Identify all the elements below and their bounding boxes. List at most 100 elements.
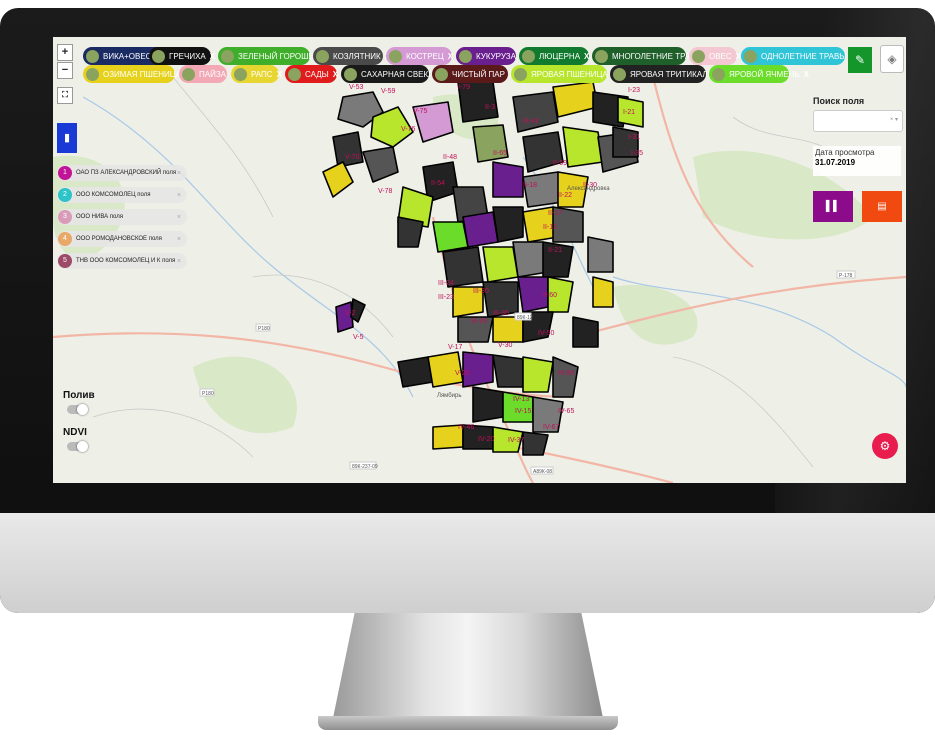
svg-text:III-30: III-30 bbox=[473, 288, 489, 295]
date-panel[interactable]: Дата просмотра 31.07.2019 bbox=[813, 146, 901, 176]
farm-close-icon[interactable]: × bbox=[177, 170, 181, 177]
crop-chip-label: ЛЮЦЕРНА bbox=[539, 51, 581, 61]
chart-button[interactable]: ▌▌ bbox=[813, 191, 853, 222]
search-clear-icon[interactable]: × ▾ bbox=[890, 116, 898, 123]
farm-close-icon[interactable]: × bbox=[177, 192, 181, 199]
svg-text:V-17: V-17 bbox=[448, 344, 463, 351]
crop-thumb-icon bbox=[389, 49, 402, 63]
close-icon[interactable]: X bbox=[333, 70, 338, 79]
farm-number-badge: 2 bbox=[58, 188, 72, 202]
crop-chip-label: КОСТРЕЦ bbox=[406, 51, 444, 61]
crop-chip[interactable]: ПАЙЗАX bbox=[179, 65, 235, 83]
svg-text:II-21: II-21 bbox=[548, 247, 562, 254]
layers-icon[interactable]: ◈ bbox=[880, 45, 904, 73]
crop-chip[interactable]: ЛЮЦЕРНА X bbox=[519, 47, 589, 65]
crop-chip-label: КОЗЛЯТНИК bbox=[333, 51, 381, 61]
crop-chip-label: ОДНОЛЕТНИЕ ТРАВЫ bbox=[761, 51, 847, 61]
crop-chip[interactable]: КУКУРУЗАX bbox=[456, 47, 525, 65]
svg-text:I-23: I-23 bbox=[628, 87, 640, 94]
crop-chip-label: ЧИСТЫЙ ПАР bbox=[452, 69, 505, 79]
crop-chip[interactable]: САДЫ X bbox=[285, 65, 338, 83]
farm-item[interactable]: 2 ООО КОМСОМОЛЕЦ поля × bbox=[57, 187, 187, 203]
zoom-in-button[interactable]: + bbox=[57, 44, 73, 61]
crop-thumb-icon bbox=[344, 67, 357, 81]
crop-thumb-icon bbox=[744, 49, 757, 63]
ndvi-toggle[interactable] bbox=[67, 441, 88, 452]
close-icon[interactable]: X bbox=[210, 52, 215, 61]
date-value: 31.07.2019 bbox=[815, 158, 856, 167]
svg-text:IV-46: IV-46 bbox=[458, 424, 474, 431]
zoom-out-button[interactable]: − bbox=[57, 62, 73, 79]
monitor-stand-base bbox=[318, 716, 618, 730]
farm-close-icon[interactable]: × bbox=[177, 258, 181, 265]
farm-number-badge: 3 bbox=[58, 210, 72, 224]
farm-item[interactable]: 5 ТНВ ООО КОМСОМОЛЕЦ И К поля × bbox=[57, 253, 187, 269]
svg-text:III-23: III-23 bbox=[438, 294, 454, 301]
crop-chip[interactable]: ЯРОВАЯ ПШЕНИЦАX bbox=[511, 65, 617, 83]
farm-item[interactable]: 1 ОАО ПЗ АЛЕКСАНДРОВСКИЙ поля × bbox=[57, 165, 187, 181]
ndvi-label: NDVI bbox=[63, 427, 87, 438]
svg-text:V-2: V-2 bbox=[345, 310, 356, 317]
crop-chip-label: ЯРОВАЯ ПШЕНИЦА bbox=[531, 69, 608, 79]
crop-chip-label: ПАЙЗА bbox=[199, 69, 227, 79]
close-icon[interactable]: X bbox=[448, 52, 453, 61]
poliv-label: Полив bbox=[63, 390, 95, 401]
svg-text:89К-237-09: 89К-237-09 bbox=[352, 464, 378, 470]
svg-text:II-59: II-59 bbox=[553, 160, 567, 167]
building-icon[interactable]: ▮ bbox=[57, 123, 77, 153]
close-icon[interactable]: X bbox=[277, 70, 282, 79]
farm-item[interactable]: 3 ООО НИВА поля × bbox=[57, 209, 187, 225]
document-button[interactable]: ▤ bbox=[862, 191, 902, 222]
crop-thumb-icon bbox=[221, 49, 234, 63]
crop-chip[interactable]: ЯРОВАЯ ТРИТИКАЛЕX bbox=[610, 65, 722, 83]
poliv-toggle[interactable] bbox=[67, 404, 88, 415]
crop-thumb-icon bbox=[152, 49, 165, 63]
fullscreen-icon[interactable]: ⛶ bbox=[57, 87, 73, 104]
farm-label: ООО РОМОДАНОВСКОЕ поля bbox=[76, 236, 162, 242]
settings-gear-icon[interactable]: ⚙ bbox=[872, 433, 898, 459]
crop-thumb-icon bbox=[234, 67, 247, 81]
crop-chip[interactable]: ЯРОВОЙ ЯЧМЕНЬ X bbox=[709, 65, 809, 83]
crop-chip[interactable]: КОСТРЕЦ X bbox=[386, 47, 453, 65]
crop-chip[interactable]: КОЗЛЯТНИКX bbox=[313, 47, 390, 65]
crop-thumb-icon bbox=[459, 49, 472, 63]
svg-text:IV-67: IV-67 bbox=[543, 424, 559, 431]
farm-close-icon[interactable]: × bbox=[177, 236, 181, 243]
leaf-button[interactable]: ✎ bbox=[848, 47, 872, 73]
svg-text:IV-55: IV-55 bbox=[558, 370, 574, 377]
svg-text:Р180: Р180 bbox=[202, 391, 214, 397]
search-input[interactable]: × ▾ bbox=[813, 110, 903, 132]
farm-item[interactable]: 4 ООО РОМОДАНОВСКОЕ поля × bbox=[57, 231, 187, 247]
crop-thumb-icon bbox=[712, 67, 725, 81]
svg-text:А89К-08: А89К-08 bbox=[533, 469, 552, 475]
farm-number-badge: 5 bbox=[58, 254, 72, 268]
svg-text:V-75: V-75 bbox=[413, 108, 428, 115]
crop-chip[interactable]: ГРЕЧИХА X bbox=[149, 47, 215, 65]
crop-chip[interactable]: РАПС X bbox=[231, 65, 282, 83]
crop-chip[interactable]: САХАРНАЯ СВЕКЛАX bbox=[341, 65, 448, 83]
svg-text:89К-12: 89К-12 bbox=[517, 315, 533, 321]
svg-text:Р-178: Р-178 bbox=[839, 273, 853, 279]
crop-chip[interactable]: ОДНОЛЕТНИЕ ТРАВЫX bbox=[741, 47, 856, 65]
svg-text:V-59: V-59 bbox=[381, 88, 396, 95]
crop-chip-label: ВИКА+ОВЕС bbox=[103, 51, 152, 61]
crop-thumb-icon bbox=[522, 49, 535, 63]
svg-text:I-35: I-35 bbox=[631, 150, 643, 157]
crop-chip-label: САХАРНАЯ СВЕКЛА bbox=[361, 69, 439, 79]
crop-chip[interactable]: ЧИСТЫЙ ПАРX bbox=[432, 65, 514, 83]
farm-label: ОАО ПЗ АЛЕКСАНДРОВСКИЙ поля bbox=[76, 170, 177, 176]
svg-text:IV-65: IV-65 bbox=[558, 408, 574, 415]
farm-close-icon[interactable]: × bbox=[177, 214, 181, 221]
close-icon[interactable]: X bbox=[804, 70, 809, 79]
crop-chip[interactable]: ЗЕЛЕНЫЙ ГОРОШЕКX bbox=[218, 47, 328, 65]
crop-chip[interactable]: МНОГОЛЕТНИЕ ТРАВЫX bbox=[592, 47, 712, 65]
crop-chip[interactable]: ОВЕС X bbox=[689, 47, 741, 65]
svg-text:V-70: V-70 bbox=[345, 154, 360, 161]
svg-text:III-24: III-24 bbox=[438, 280, 454, 287]
crop-chip-label: САДЫ bbox=[305, 69, 329, 79]
crop-thumb-icon bbox=[514, 67, 527, 81]
close-icon[interactable]: X bbox=[584, 52, 589, 61]
svg-text:II-12: II-12 bbox=[543, 224, 557, 231]
svg-text:V-76: V-76 bbox=[401, 126, 416, 133]
crop-chip[interactable]: ОЗИМАЯ ПШЕНИЦАX bbox=[83, 65, 190, 83]
